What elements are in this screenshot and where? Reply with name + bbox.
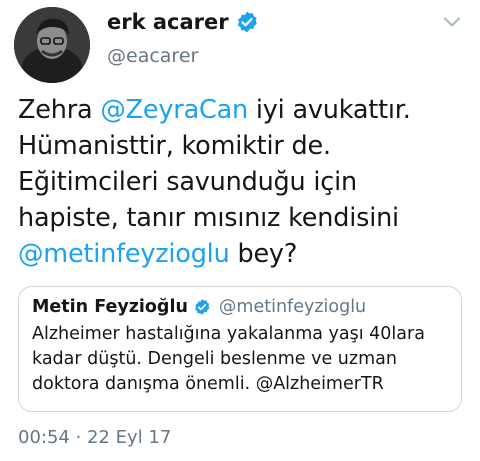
tweet-timestamp[interactable]: 00:54 · 22 Eyl 17 xyxy=(18,427,171,448)
tweet-text: Zehra @ZeyraCan iyi avukattır. Hümanistti… xyxy=(18,92,468,272)
mention-link[interactable]: @ZeyraCan xyxy=(100,95,248,125)
tweet-text-segment: bey? xyxy=(229,239,298,269)
tweet-text-line: Eğitimcileri savunduğu için xyxy=(18,164,468,200)
author-name[interactable]: erk acarer xyxy=(107,10,229,34)
verified-badge-icon xyxy=(193,298,211,316)
tweet-text-line: Zehra @ZeyraCan iyi avukattır. xyxy=(18,92,468,128)
quoted-text-line: Alzheimer hastalığına yakalanma yaşı 40l… xyxy=(32,324,425,344)
author-name-row[interactable]: erk acarer xyxy=(107,10,259,34)
tweet-text-segment: Zehra xyxy=(18,95,101,125)
avatar-photo xyxy=(14,7,90,83)
author-handle[interactable]: @eacarer xyxy=(107,45,198,67)
quoted-tweet[interactable]: Metin Feyzioğlu @metinfeyzioglu Alzheime… xyxy=(18,286,462,412)
avatar[interactable] xyxy=(14,7,90,83)
tweet-text-line: hapiste, tanır mısınız kendisini xyxy=(18,200,468,236)
tweet-text-segment: Hümanisttir, komiktir de. xyxy=(18,131,331,161)
tweet-text-line: Hümanisttir, komiktir de. xyxy=(18,128,468,164)
tweet-text-line: @metinfeyzioglu bey? xyxy=(18,236,468,272)
quoted-tweet-text: Alzheimer hastalığına yakalanma yaşı 40l… xyxy=(32,322,452,397)
mention-link[interactable]: @metinfeyzioglu xyxy=(18,239,230,269)
quoted-text-line: kadar düştü. Dengeli beslenme ve uzman xyxy=(32,349,397,369)
quoted-tweet-header: Metin Feyzioğlu @metinfeyzioglu xyxy=(32,297,366,317)
tweet-text-segment: Eğitimcileri savunduğu için xyxy=(18,167,357,197)
quoted-author-handle: @metinfeyzioglu xyxy=(218,297,367,317)
tweet-text-segment: hapiste, tanır mısınız kendisini xyxy=(18,203,399,233)
chevron-down-icon[interactable] xyxy=(440,10,464,34)
quoted-author-name: Metin Feyzioğlu xyxy=(32,297,188,317)
quoted-text-line: doktora danışma önemli. @AlzheimerTR xyxy=(32,374,384,394)
verified-badge-icon xyxy=(235,10,259,34)
tweet-text-segment: iyi avukattır. xyxy=(248,95,411,125)
